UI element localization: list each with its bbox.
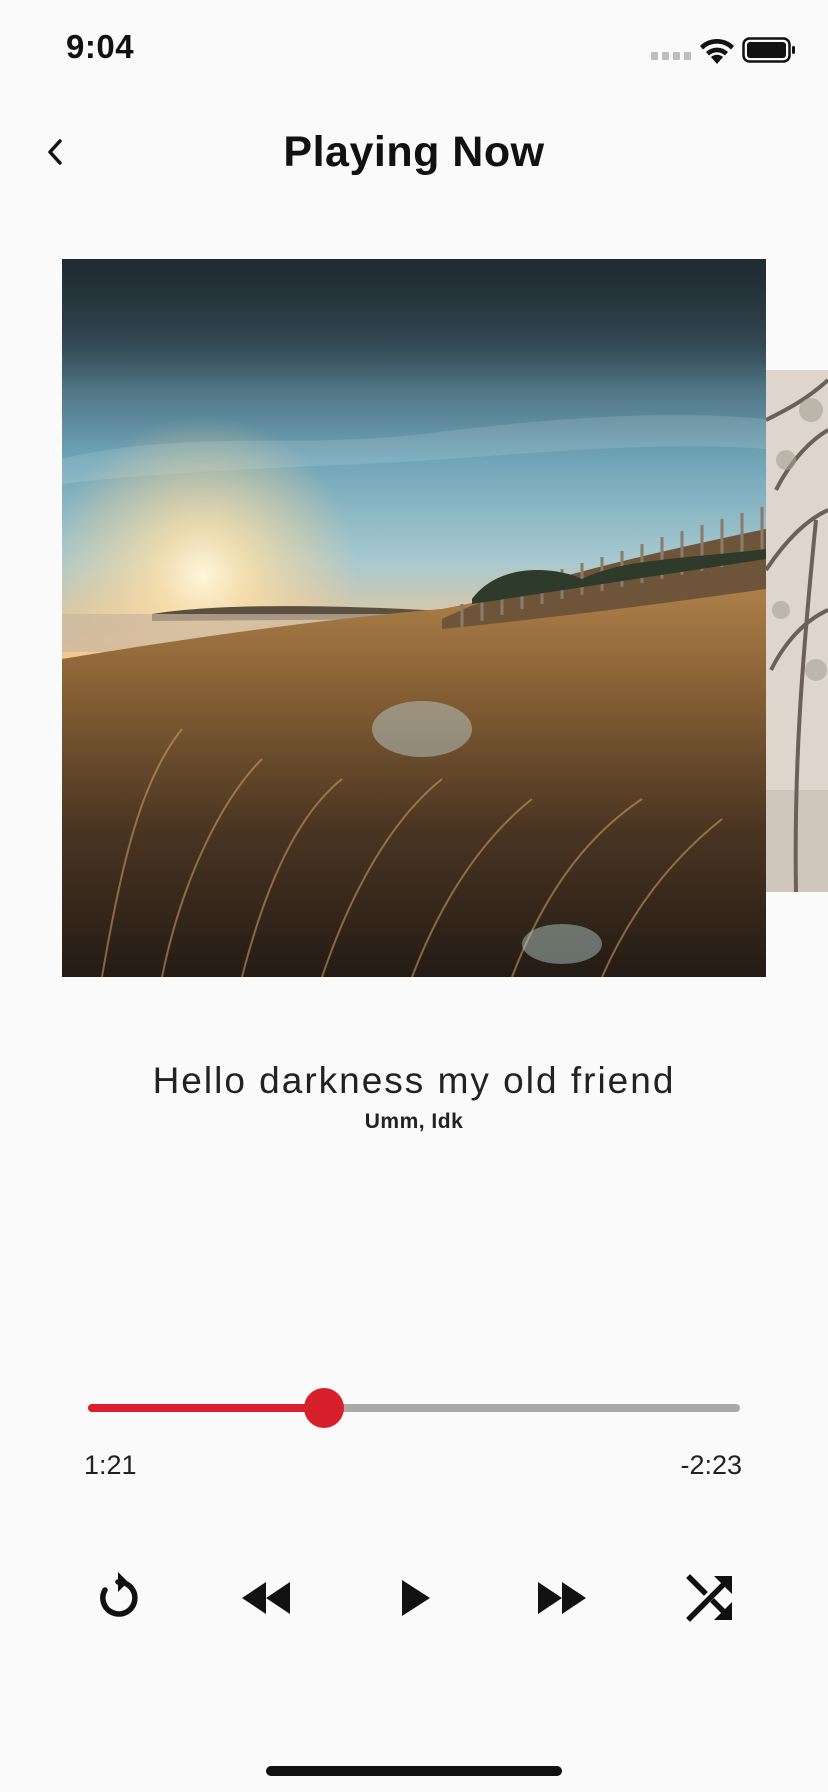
- replay-button[interactable]: [86, 1566, 150, 1630]
- rewind-icon: [242, 1582, 290, 1614]
- album-artwork[interactable]: [62, 259, 766, 977]
- track-title: Hello darkness my old friend: [152, 1060, 676, 1101]
- seek-thumb[interactable]: [304, 1388, 345, 1428]
- play-button[interactable]: [382, 1566, 446, 1630]
- status-time: 9:04: [66, 28, 135, 65]
- battery-icon: [742, 36, 796, 69]
- home-indicator[interactable]: [266, 1766, 562, 1776]
- seek-slider[interactable]: [88, 1388, 740, 1428]
- wifi-icon: [697, 36, 737, 71]
- replay-icon: [100, 1572, 138, 1617]
- play-icon: [402, 1580, 430, 1616]
- page-title: Playing Now: [283, 128, 545, 176]
- shuffle-button[interactable]: [678, 1566, 742, 1630]
- seek-progress: [88, 1404, 325, 1412]
- shuffle-icon: [686, 1574, 732, 1622]
- next-album-artwork[interactable]: [766, 370, 828, 892]
- rewind-button[interactable]: [234, 1566, 298, 1630]
- cellular-signal-icon: [651, 52, 691, 62]
- remaining-time: -2:23: [680, 1450, 742, 1480]
- fast-forward-icon: [538, 1582, 586, 1614]
- fast-forward-button[interactable]: [530, 1566, 594, 1630]
- elapsed-time: 1:21: [84, 1450, 137, 1480]
- track-artist: Umm, Idk: [364, 1110, 464, 1133]
